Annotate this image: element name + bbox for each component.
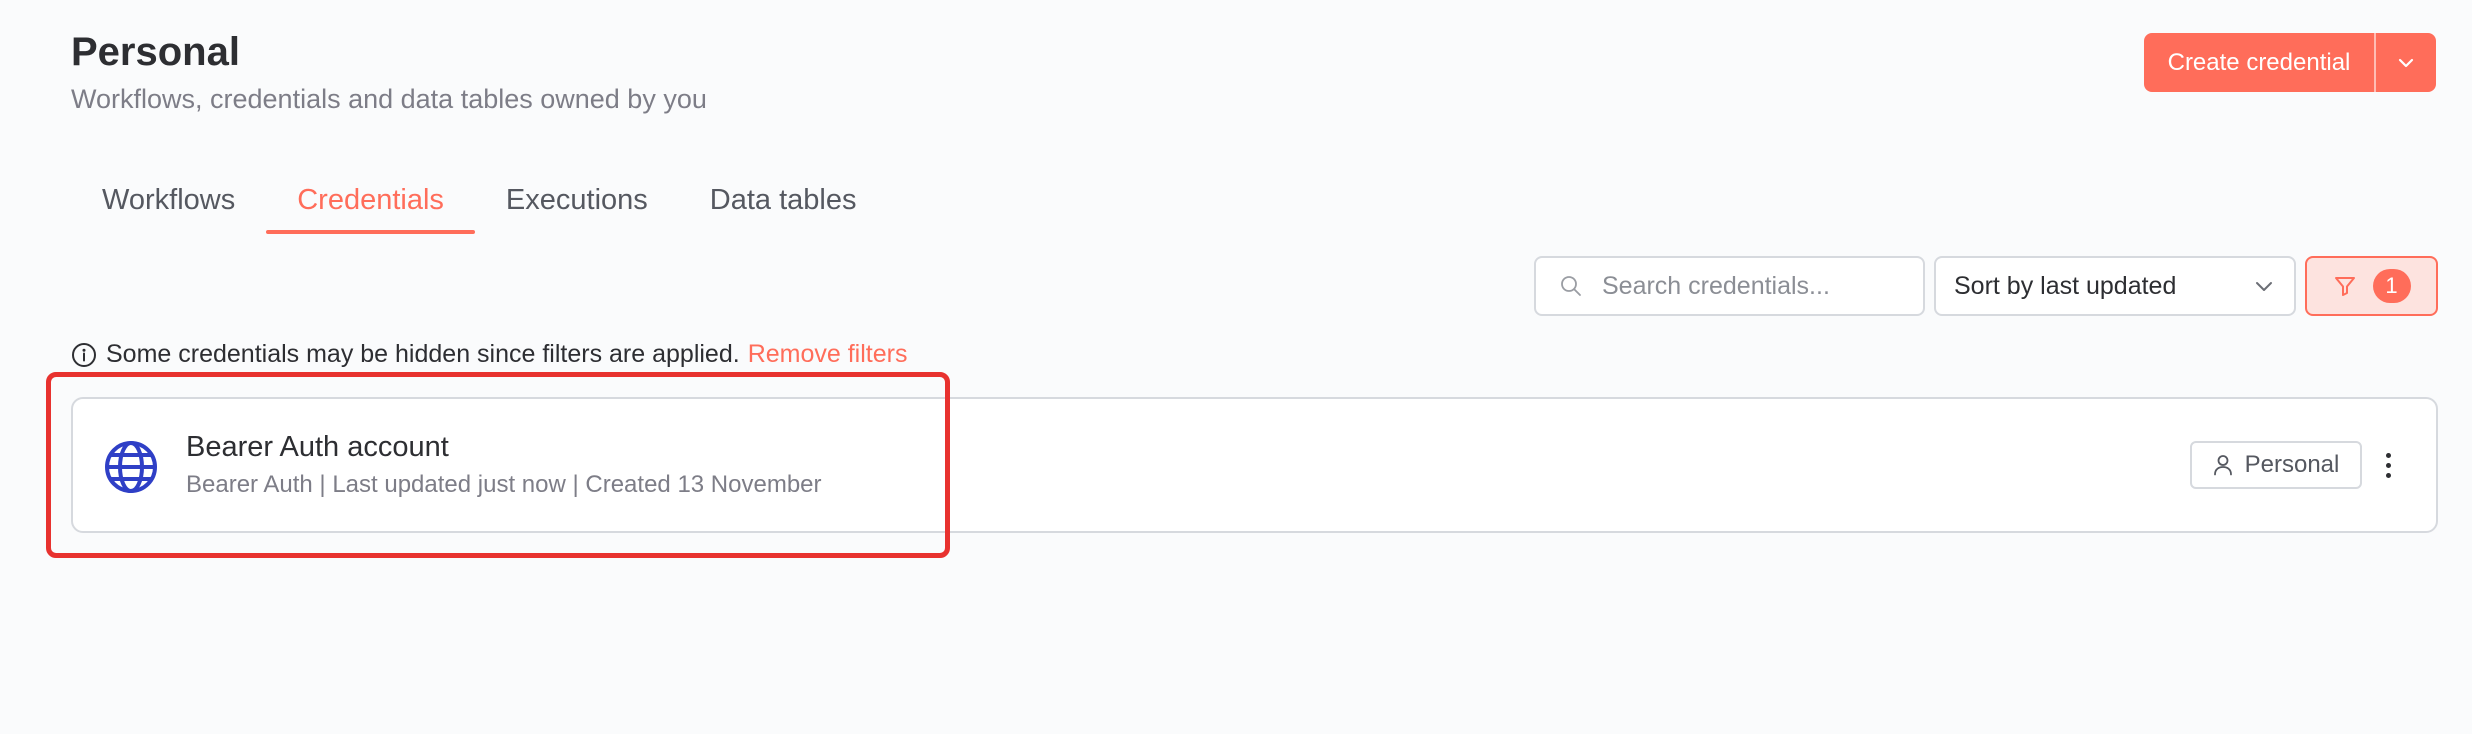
info-icon	[71, 342, 97, 368]
create-credential-button[interactable]: Create credential	[2144, 33, 2376, 92]
tab-executions[interactable]: Executions	[475, 176, 679, 232]
remove-filters-link[interactable]: Remove filters	[748, 340, 908, 369]
more-actions-button[interactable]	[2373, 443, 2403, 487]
funnel-icon	[2334, 277, 2355, 296]
menu-dot	[2385, 472, 2391, 478]
owner-badge: Personal	[2190, 441, 2362, 489]
create-options-button[interactable]	[2376, 33, 2436, 92]
menu-dot	[2385, 462, 2391, 468]
filter-notice: Some credentials may be hidden since fil…	[71, 340, 907, 369]
filter-button[interactable]: 1	[2305, 256, 2438, 316]
filter-notice-text: Some credentials may be hidden since fil…	[106, 340, 740, 368]
chevron-down-icon	[2256, 282, 2272, 291]
tab-bar: Workflows Credentials Executions Data ta…	[71, 176, 887, 234]
search-input[interactable]	[1602, 271, 1902, 301]
tab-credentials[interactable]: Credentials	[266, 176, 475, 234]
menu-dot	[2385, 452, 2391, 458]
owner-label: Personal	[2244, 451, 2340, 478]
create-credential-button-group: Create credential	[2144, 33, 2436, 92]
filter-count-badge: 1	[2372, 269, 2411, 303]
page-title: Personal	[71, 30, 240, 74]
sort-select-value: Sort by last updated	[1954, 271, 2177, 300]
user-icon	[2213, 455, 2232, 476]
sort-select[interactable]: Sort by last updated	[1934, 256, 2296, 316]
tab-data-tables[interactable]: Data tables	[679, 176, 888, 232]
tab-workflows[interactable]: Workflows	[71, 176, 266, 232]
highlight-box	[46, 372, 950, 558]
search-box	[1534, 256, 1925, 316]
search-icon	[1561, 276, 1581, 296]
page-subtitle: Workflows, credentials and data tables o…	[71, 84, 707, 114]
chevron-down-icon	[2398, 58, 2414, 67]
page: Personal Workflows, credentials and data…	[0, 0, 2472, 734]
